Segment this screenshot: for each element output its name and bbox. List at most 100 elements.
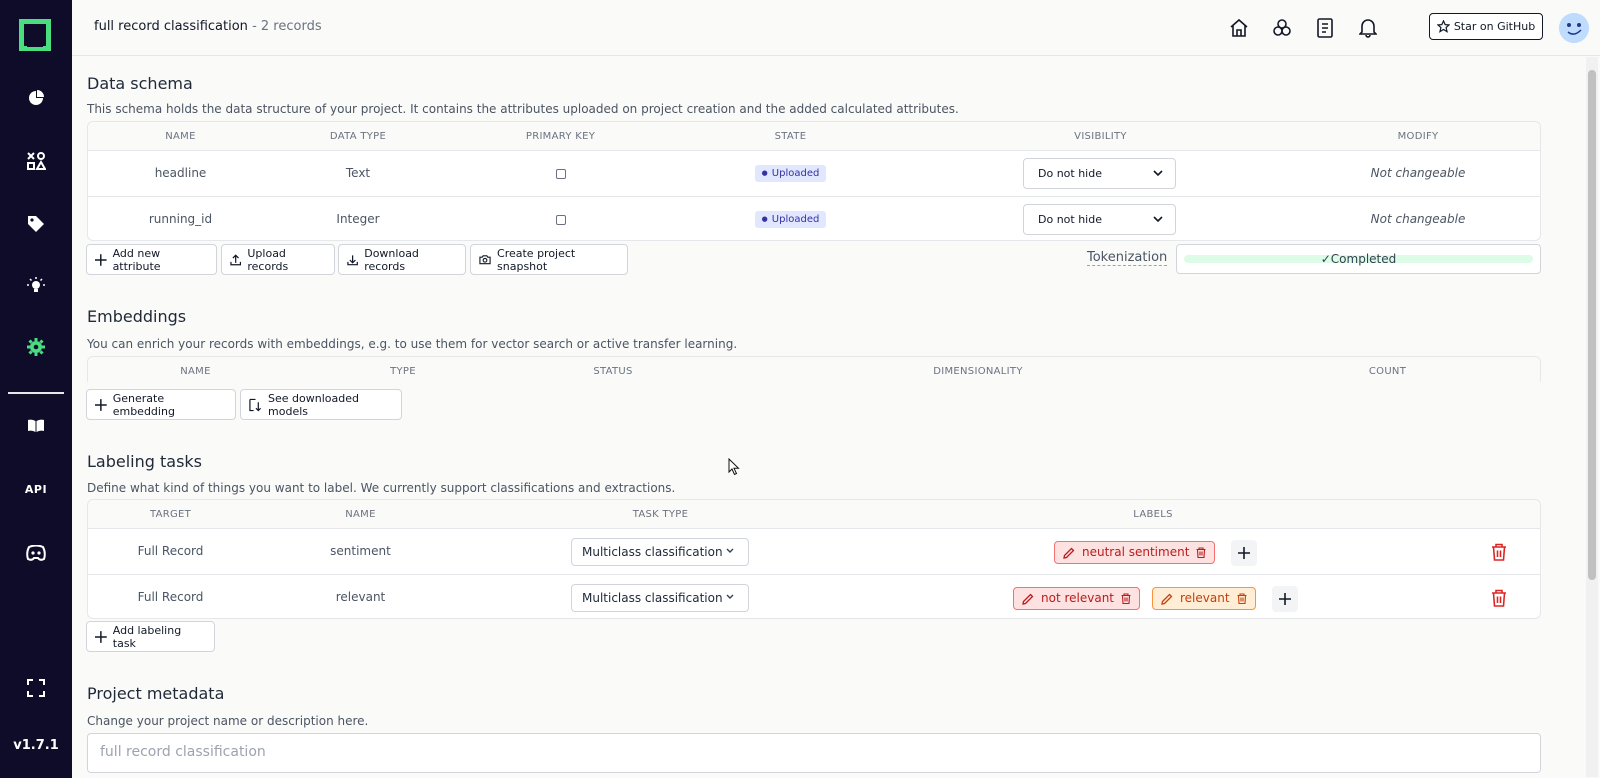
label-chip[interactable]: relevant (1152, 587, 1256, 610)
pencil-icon[interactable] (1022, 593, 1034, 605)
modify-cell: Not changeable (1370, 212, 1466, 226)
col-name: NAME (180, 366, 211, 377)
col-type: TYPE (390, 366, 416, 377)
schema-title: Data schema (87, 74, 193, 93)
downloaded-models-button[interactable]: See downloaded models (240, 389, 402, 420)
trash-icon[interactable] (1196, 547, 1206, 558)
sidebar-divider (8, 392, 64, 394)
label-chip[interactable]: not relevant (1013, 587, 1141, 610)
delete-task-button[interactable] (1489, 587, 1509, 609)
table-row: Full Record relevant Multiclass classifi… (88, 575, 1540, 621)
discord-icon[interactable] (0, 533, 72, 573)
add-label-button[interactable] (1272, 586, 1298, 612)
schema-header-row: NAME DATA TYPE PRIMARY KEY STATE VISIBIL… (88, 122, 1540, 151)
metadata-title: Project metadata (87, 684, 225, 703)
col-state: STATE (774, 131, 807, 142)
star-github-button[interactable]: Star on GitHub (1429, 13, 1543, 40)
book-icon[interactable] (0, 406, 72, 446)
task-target: Full Record (137, 544, 204, 558)
status-badge: Uploaded (754, 165, 827, 182)
embeddings-description: You can enrich your records with embeddi… (87, 337, 738, 351)
plus-icon (95, 253, 107, 266)
app-logo[interactable] (19, 19, 51, 51)
task-type-value: Multiclass classification (582, 591, 723, 605)
app-version: v1.7.1 (13, 738, 59, 753)
col-labels: LABELS (1133, 509, 1173, 520)
home-icon[interactable] (1227, 16, 1251, 40)
schema-table: NAME DATA TYPE PRIMARY KEY STATE VISIBIL… (87, 121, 1541, 241)
labeling-header-row: TARGET NAME TASK TYPE LABELS (88, 500, 1540, 529)
state-cell: Uploaded (678, 197, 903, 242)
fullscreen-icon[interactable] (0, 668, 72, 708)
add-attribute-button[interactable]: Add new attribute (86, 244, 217, 275)
task-type-select[interactable]: Multiclass classification (571, 584, 749, 612)
attr-name: running_id (148, 212, 213, 226)
primary-key-checkbox[interactable] (555, 214, 566, 225)
pencil-icon[interactable] (1063, 547, 1075, 559)
download-model-icon (249, 398, 262, 411)
add-label-button[interactable] (1231, 540, 1257, 566)
col-name: NAME (345, 509, 376, 520)
visibility-select[interactable]: Do not hide (1023, 158, 1176, 189)
embeddings-table: NAME TYPE STATUS DIMENSIONALITY COUNT (87, 356, 1541, 386)
tokenization-progress: ✓Completed (1176, 244, 1541, 274)
task-type-value: Multiclass classification (582, 545, 723, 559)
settings-content: Data schema This schema holds the data s… (72, 57, 1600, 778)
visibility-value: Do not hide (1038, 213, 1102, 226)
pencil-icon[interactable] (1161, 593, 1173, 605)
record-count: 2 records (260, 19, 322, 34)
bell-icon[interactable] (1356, 16, 1380, 40)
state-cell: Uploaded (678, 151, 903, 196)
gear-icon[interactable] (0, 327, 72, 367)
sidebar: API v1.7.1 (0, 0, 72, 778)
col-count: COUNT (1368, 366, 1407, 377)
project-title: full record classification - 2 records (94, 19, 322, 34)
project-name-input[interactable]: full record classification (87, 733, 1541, 773)
upload-label: Upload records (247, 246, 289, 273)
mouse-cursor-icon (728, 458, 740, 476)
upload-records-button[interactable]: Upload records (221, 244, 335, 275)
pie-chart-icon[interactable] (0, 78, 72, 118)
tag-icon[interactable] (0, 204, 72, 244)
table-row: Full Record sentiment Multiclass classif… (88, 529, 1540, 575)
task-name: relevant (335, 590, 386, 604)
generate-embedding-button[interactable]: Generate embedding (86, 389, 236, 420)
table-row: running_id Integer Uploaded Do not hide … (88, 197, 1540, 243)
chevron-down-icon (1153, 216, 1163, 223)
create-snapshot-button[interactable]: Create project snapshot (470, 244, 628, 275)
attr-type: Integer (336, 212, 380, 226)
avatar[interactable] (1559, 13, 1589, 43)
github-label: Star on GitHub (1453, 20, 1536, 33)
col-dimensionality: DIMENSIONALITY (933, 366, 1023, 377)
shapes-icon[interactable] (0, 141, 72, 181)
add-labeling-task-button[interactable]: Add labeling task (86, 621, 215, 652)
chevron-down-icon (726, 548, 734, 553)
col-data-type: DATA TYPE (329, 131, 387, 142)
primary-key-checkbox[interactable] (555, 168, 566, 179)
trash-icon[interactable] (1237, 593, 1247, 604)
status-badge: Uploaded (754, 211, 827, 228)
circles-icon[interactable] (1270, 16, 1294, 40)
trash-icon (1492, 543, 1506, 561)
embeddings-title: Embeddings (87, 307, 187, 326)
generate-embedding-label: Generate embedding (112, 391, 175, 418)
add-attribute-label: Add new attribute (112, 246, 161, 273)
label-text: not relevant (1041, 591, 1115, 605)
sidebar-item-api[interactable]: API (0, 469, 72, 509)
task-type-select[interactable]: Multiclass classification (571, 538, 749, 566)
label-chip[interactable]: neutral sentiment (1054, 541, 1216, 564)
trash-icon[interactable] (1121, 593, 1131, 604)
task-target: Full Record (137, 590, 204, 604)
visibility-select[interactable]: Do not hide (1023, 204, 1176, 235)
notebook-icon[interactable] (1313, 16, 1337, 40)
modify-cell: Not changeable (1370, 166, 1466, 180)
col-visibility: VISIBILITY (1074, 131, 1127, 142)
scrollbar[interactable] (1586, 57, 1598, 777)
scrollbar-thumb[interactable] (1588, 70, 1596, 580)
delete-task-button[interactable] (1489, 541, 1509, 563)
col-modify: MODIFY (1397, 131, 1439, 142)
download-records-button[interactable]: Download records (338, 244, 466, 275)
plus-icon (1279, 593, 1291, 605)
labeling-table: TARGET NAME TASK TYPE LABELS Full Record… (87, 499, 1541, 619)
bulb-icon[interactable] (0, 266, 72, 306)
